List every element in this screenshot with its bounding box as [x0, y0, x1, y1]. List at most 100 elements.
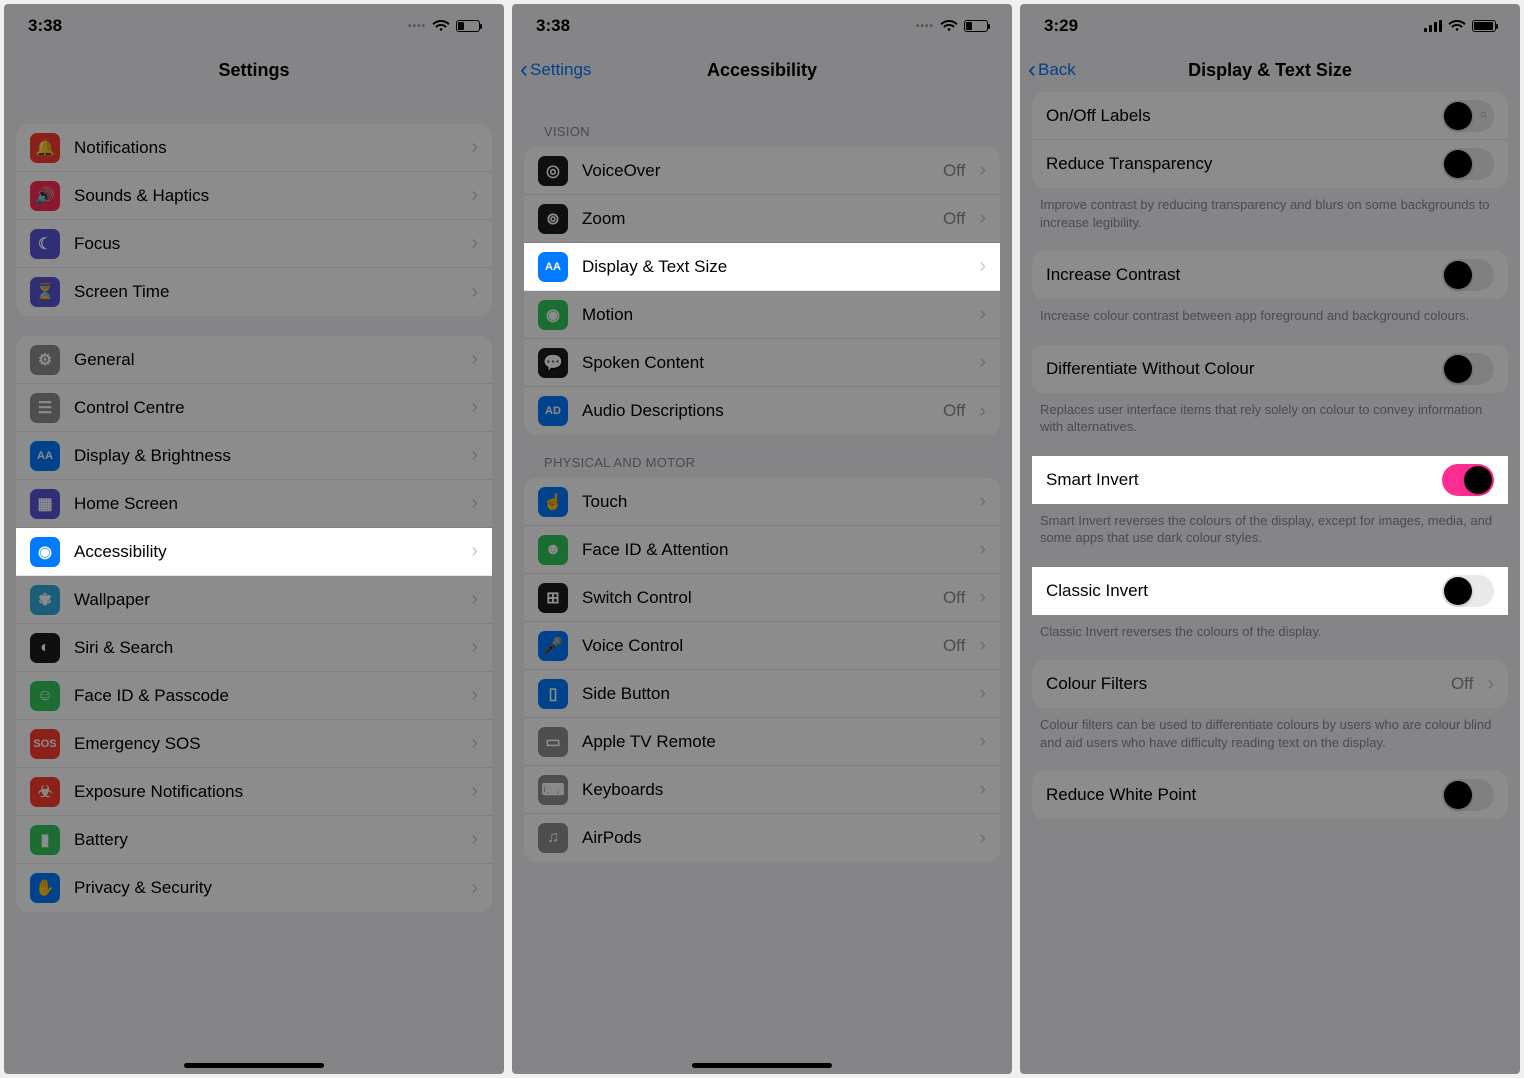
settings-row[interactable]: 🎤Voice ControlOff›: [524, 622, 1000, 670]
settings-row[interactable]: Differentiate Without Colour: [1032, 345, 1508, 393]
settings-row[interactable]: AADisplay & Brightness›: [16, 432, 492, 480]
settings-row[interactable]: Increase Contrast: [1032, 251, 1508, 299]
settings-group: Differentiate Without Colour: [1032, 345, 1508, 393]
settings-row[interactable]: ☣Exposure Notifications›: [16, 768, 492, 816]
settings-row[interactable]: ADAudio DescriptionsOff›: [524, 387, 1000, 435]
settings-row[interactable]: ☾Focus›: [16, 220, 492, 268]
settings-row[interactable]: ⊞Switch ControlOff›: [524, 574, 1000, 622]
row-label: Battery: [74, 830, 457, 850]
back-button[interactable]: ‹ Settings: [520, 58, 591, 82]
wifi-icon: [940, 20, 958, 32]
settings-row[interactable]: ☺Face ID & Passcode›: [16, 672, 492, 720]
settings-row[interactable]: ⊚ZoomOff›: [524, 195, 1000, 243]
row-label: On/Off Labels: [1046, 106, 1428, 126]
settings-row[interactable]: ☻Face ID & Attention›: [524, 526, 1000, 574]
chevron-right-icon: ›: [979, 159, 986, 182]
settings-row[interactable]: ✾Wallpaper›: [16, 576, 492, 624]
voice-icon: 🎤: [538, 631, 568, 661]
section-header: VISION: [512, 124, 1012, 147]
toggle-switch[interactable]: [1442, 353, 1494, 385]
settings-row[interactable]: ▯Side Button›: [524, 670, 1000, 718]
status-time: 3:29: [1044, 16, 1078, 36]
nav-bar: Settings: [4, 48, 504, 92]
settings-row[interactable]: ☰Control Centre›: [16, 384, 492, 432]
settings-row[interactable]: AADisplay & Text Size›: [524, 243, 1000, 291]
settings-row[interactable]: ◉Accessibility›: [16, 528, 492, 576]
home-indicator[interactable]: [692, 1063, 832, 1068]
section-footer: Classic Invert reverses the colours of t…: [1020, 615, 1520, 641]
chevron-right-icon: ›: [471, 780, 478, 803]
home-indicator[interactable]: [184, 1063, 324, 1068]
aa-icon: AA: [30, 441, 60, 471]
settings-row[interactable]: ☝Touch›: [524, 478, 1000, 526]
toggle-switch[interactable]: [1442, 259, 1494, 291]
motion-icon: ◉: [538, 300, 568, 330]
toggle-switch[interactable]: [1442, 575, 1494, 607]
settings-row[interactable]: ◎VoiceOverOff›: [524, 147, 1000, 195]
chevron-right-icon: ›: [979, 303, 986, 326]
settings-row[interactable]: ♫AirPods›: [524, 814, 1000, 862]
row-label: Privacy & Security: [74, 878, 457, 898]
carrier-dots-icon: ••••: [408, 21, 426, 32]
bell-icon: 🔔: [30, 133, 60, 163]
row-label: Face ID & Passcode: [74, 686, 457, 706]
back-button[interactable]: ‹ Back: [1028, 58, 1076, 82]
settings-row[interactable]: ✋Privacy & Security›: [16, 864, 492, 912]
chevron-right-icon: ›: [471, 396, 478, 419]
sos-icon: SOS: [30, 729, 60, 759]
settings-row[interactable]: ▮Battery›: [16, 816, 492, 864]
nav-bar: ‹ Back Display & Text Size: [1020, 48, 1520, 92]
row-label: AirPods: [582, 828, 965, 848]
settings-row[interactable]: ⚙General›: [16, 336, 492, 384]
battery-icon: [456, 20, 480, 32]
settings-row[interactable]: 💬Spoken Content›: [524, 339, 1000, 387]
flower-icon: ✾: [30, 585, 60, 615]
status-bar: 3:29: [1020, 4, 1520, 48]
settings-row[interactable]: Reduce White Point: [1032, 771, 1508, 819]
toggle-switch[interactable]: [1442, 148, 1494, 180]
section-footer: Smart Invert reverses the colours of the…: [1020, 504, 1520, 547]
toggle-switch[interactable]: [1442, 464, 1494, 496]
tvremote-icon: ▭: [538, 727, 568, 757]
speaker-icon: 🔊: [30, 181, 60, 211]
settings-row[interactable]: Smart Invert: [1032, 456, 1508, 504]
settings-row[interactable]: 🔔Notifications›: [16, 124, 492, 172]
settings-group: On/Off Labels Reduce Transparency: [1032, 92, 1508, 188]
toggle-switch[interactable]: [1442, 100, 1494, 132]
settings-row[interactable]: SOSEmergency SOS›: [16, 720, 492, 768]
settings-row[interactable]: ⌨Keyboards›: [524, 766, 1000, 814]
status-time: 3:38: [28, 16, 62, 36]
wifi-icon: [432, 20, 450, 32]
row-label: Smart Invert: [1046, 470, 1428, 490]
settings-row[interactable]: ⏳Screen Time›: [16, 268, 492, 316]
chevron-right-icon: ›: [471, 684, 478, 707]
row-label: Face ID & Attention: [582, 540, 965, 560]
settings-row[interactable]: ▭Apple TV Remote›: [524, 718, 1000, 766]
row-label: Colour Filters: [1046, 674, 1437, 694]
row-label: Accessibility: [74, 542, 457, 562]
toggle-switch[interactable]: [1442, 779, 1494, 811]
settings-row[interactable]: ▦Home Screen›: [16, 480, 492, 528]
settings-row[interactable]: 🔊Sounds & Haptics›: [16, 172, 492, 220]
battery-icon: ▮: [30, 825, 60, 855]
settings-row[interactable]: ◉Motion›: [524, 291, 1000, 339]
hand-icon: ✋: [30, 873, 60, 903]
settings-row[interactable]: Classic Invert: [1032, 567, 1508, 615]
voiceover-icon: ◎: [538, 156, 568, 186]
status-bar: 3:38 ••••: [512, 4, 1012, 48]
zoom-icon: ⊚: [538, 204, 568, 234]
settings-row[interactable]: Reduce Transparency: [1032, 140, 1508, 188]
chevron-right-icon: ›: [979, 586, 986, 609]
chevron-right-icon: ›: [471, 281, 478, 304]
settings-row[interactable]: ◐Siri & Search›: [16, 624, 492, 672]
settings-group: Reduce White Point: [1032, 771, 1508, 819]
settings-row[interactable]: Colour FiltersOff›: [1032, 660, 1508, 708]
virus-icon: ☣: [30, 777, 60, 807]
chevron-right-icon: ›: [471, 588, 478, 611]
settings-row[interactable]: On/Off Labels: [1032, 92, 1508, 140]
wifi-icon: [1448, 20, 1466, 32]
airpods-icon: ♫: [538, 823, 568, 853]
chevron-right-icon: ›: [979, 490, 986, 513]
status-bar: 3:38 ••••: [4, 4, 504, 48]
row-label: Increase Contrast: [1046, 265, 1428, 285]
